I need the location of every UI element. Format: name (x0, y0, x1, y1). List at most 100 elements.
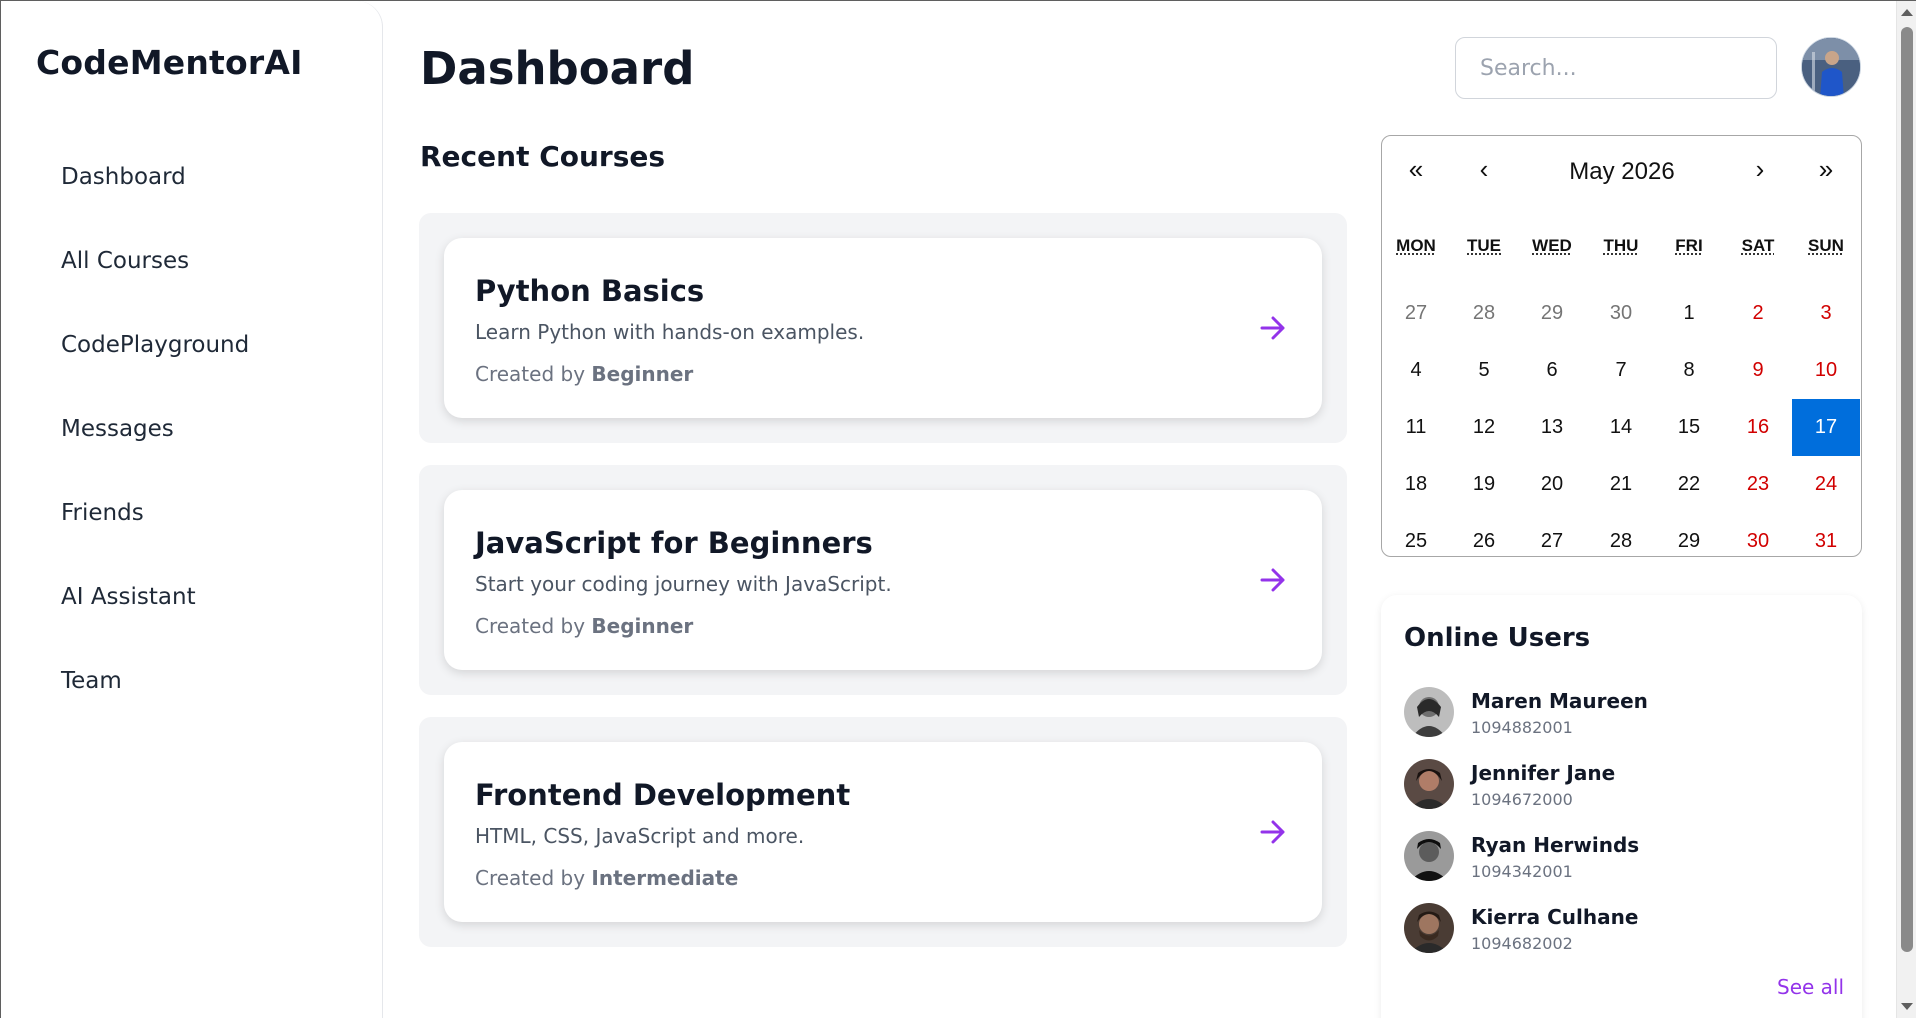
calendar-month-label[interactable]: May 2026 (1502, 158, 1742, 186)
calendar-day[interactable]: 11 (1382, 399, 1450, 456)
calendar-day[interactable]: 19 (1450, 456, 1518, 513)
course-title: Python Basics (475, 274, 705, 308)
course-container: Python Basics Learn Python with hands-on… (419, 213, 1347, 443)
calendar-day[interactable]: 4 (1382, 342, 1450, 399)
calendar-day[interactable]: 3 (1792, 285, 1860, 342)
user-avatar (1404, 687, 1454, 737)
page-title: Dashboard (420, 42, 695, 95)
calendar-day[interactable]: 14 (1587, 399, 1655, 456)
created-by-label: Created by (475, 614, 586, 638)
course-description: Learn Python with hands-on examples. (475, 320, 865, 344)
calendar-day[interactable]: 28 (1450, 285, 1518, 342)
scrollbar-thumb[interactable] (1901, 27, 1913, 952)
calendar-day[interactable]: 18 (1382, 456, 1450, 513)
course-description: Start your coding journey with JavaScrip… (475, 572, 892, 596)
calendar: « ‹ May 2026 › » MON TUE WED THU FRI SAT SUN 27… (1381, 135, 1862, 557)
online-users-card: Online Users Maren Maureen 1094882001 Je… (1381, 595, 1862, 1018)
arrow-right-icon[interactable] (1258, 817, 1288, 847)
calendar-day[interactable]: 12 (1450, 399, 1518, 456)
online-user-item[interactable]: Kierra Culhane 1094682002 (1404, 903, 1824, 959)
sidebar-item-friends[interactable]: Friends (61, 492, 249, 576)
calendar-day[interactable]: 17 (1792, 399, 1860, 456)
created-by-label: Created by (475, 866, 586, 890)
calendar-prev-month-button[interactable]: ‹ (1464, 154, 1504, 185)
course-card[interactable]: JavaScript for Beginners Start your codi… (444, 490, 1322, 670)
sidebar-item-codeplayground[interactable]: CodePlayground (61, 324, 249, 408)
calendar-day[interactable]: 25 (1382, 513, 1450, 556)
user-avatar (1404, 759, 1454, 809)
sidebar-item-dashboard[interactable]: Dashboard (61, 156, 249, 240)
course-level: Beginner (591, 614, 694, 638)
calendar-day[interactable]: 6 (1518, 342, 1586, 399)
arrow-right-icon[interactable] (1258, 313, 1288, 343)
user-name: Kierra Culhane (1471, 905, 1639, 929)
calendar-day[interactable]: 15 (1655, 399, 1723, 456)
arrow-right-icon[interactable] (1258, 565, 1288, 595)
scroll-up-arrow-icon[interactable] (1901, 9, 1913, 16)
calendar-day[interactable]: 13 (1518, 399, 1586, 456)
course-meta: Created by Beginner (475, 362, 693, 386)
user-name: Ryan Herwinds (1471, 833, 1640, 857)
calendar-day[interactable]: 20 (1518, 456, 1586, 513)
recent-courses-title: Recent Courses (420, 140, 666, 173)
online-users-title: Online Users (1404, 623, 1591, 653)
calendar-day[interactable]: 30 (1587, 285, 1655, 342)
calendar-day[interactable]: 26 (1450, 513, 1518, 556)
calendar-prev-year-button[interactable]: « (1396, 154, 1436, 185)
calendar-day[interactable]: 8 (1655, 342, 1723, 399)
course-level: Beginner (591, 362, 694, 386)
calendar-day[interactable]: 29 (1518, 285, 1586, 342)
sidebar-item-messages[interactable]: Messages (61, 408, 249, 492)
calendar-next-year-button[interactable]: » (1806, 154, 1846, 185)
calendar-day[interactable]: 5 (1450, 342, 1518, 399)
avatar-image (1802, 38, 1860, 96)
course-card[interactable]: Python Basics Learn Python with hands-on… (444, 238, 1322, 418)
calendar-weekday-thu: THU (1603, 236, 1639, 255)
calendar-day[interactable]: 24 (1792, 456, 1860, 513)
course-description: HTML, CSS, JavaScript and more. (475, 824, 805, 848)
course-title: JavaScript for Beginners (475, 526, 873, 560)
calendar-weekday-sat: SAT (1741, 236, 1775, 255)
sidebar-item-all-courses[interactable]: All Courses (61, 240, 249, 324)
online-user-item[interactable]: Jennifer Jane 1094672000 (1404, 759, 1824, 815)
search-input[interactable] (1455, 37, 1777, 99)
course-title: Frontend Development (475, 778, 851, 812)
sidebar-item-ai-assistant[interactable]: AI Assistant (61, 576, 249, 660)
user-avatar[interactable] (1801, 37, 1861, 97)
user-name: Maren Maureen (1471, 689, 1648, 713)
calendar-day[interactable]: 23 (1724, 456, 1792, 513)
calendar-day[interactable]: 10 (1792, 342, 1860, 399)
calendar-day[interactable]: 2 (1724, 285, 1792, 342)
user-id: 1094682002 (1471, 934, 1573, 953)
calendar-day[interactable]: 22 (1655, 456, 1723, 513)
calendar-next-month-button[interactable]: › (1740, 154, 1780, 185)
calendar-weekday-mon: MON (1396, 236, 1436, 255)
scrollbar[interactable] (1896, 1, 1916, 1018)
course-container: Frontend Development HTML, CSS, JavaScri… (419, 717, 1347, 947)
course-meta: Created by Intermediate (475, 866, 738, 890)
sidebar-item-team[interactable]: Team (61, 660, 249, 744)
calendar-day[interactable]: 21 (1587, 456, 1655, 513)
calendar-day[interactable]: 27 (1382, 285, 1450, 342)
scroll-down-arrow-icon[interactable] (1901, 1003, 1913, 1010)
calendar-day[interactable]: 31 (1792, 513, 1860, 556)
course-card[interactable]: Frontend Development HTML, CSS, JavaScri… (444, 742, 1322, 922)
calendar-day[interactable]: 30 (1724, 513, 1792, 556)
calendar-day[interactable]: 7 (1587, 342, 1655, 399)
calendar-day[interactable]: 16 (1724, 399, 1792, 456)
calendar-weekday-fri: FRI (1675, 236, 1703, 255)
brand-logo[interactable]: CodeMentorAI (36, 43, 303, 82)
calendar-weekday-wed: WED (1532, 236, 1572, 255)
calendar-day[interactable]: 29 (1655, 513, 1723, 556)
calendar-day[interactable]: 9 (1724, 342, 1792, 399)
see-all-link[interactable]: See all (1777, 975, 1844, 999)
user-name: Jennifer Jane (1471, 761, 1616, 785)
calendar-day[interactable]: 28 (1587, 513, 1655, 556)
online-user-item[interactable]: Ryan Herwinds 1094342001 (1404, 831, 1824, 887)
online-user-item[interactable]: Maren Maureen 1094882001 (1404, 687, 1824, 743)
sidebar: CodeMentorAI Dashboard All Courses CodeP… (1, 1, 383, 1018)
calendar-day[interactable]: 27 (1518, 513, 1586, 556)
sidebar-nav: Dashboard All Courses CodePlayground Mes… (61, 156, 249, 744)
calendar-day[interactable]: 1 (1655, 285, 1723, 342)
course-container: JavaScript for Beginners Start your codi… (419, 465, 1347, 695)
